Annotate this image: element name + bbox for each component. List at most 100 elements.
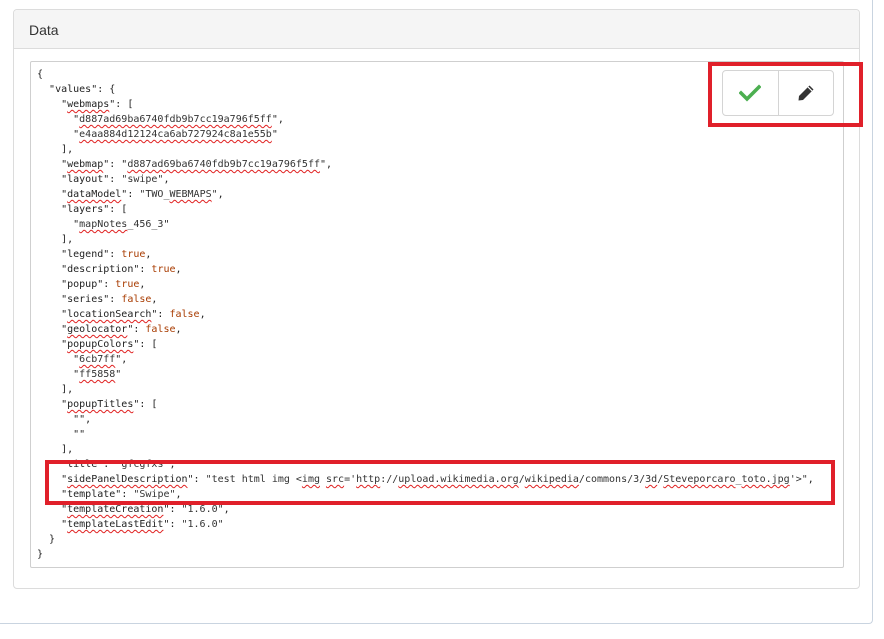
code-token: : [139,264,152,275]
code-token: "description" [61,264,140,275]
code-token: templateLastEdit [67,519,164,530]
code-token: "1.6.0" [181,519,224,530]
code-token: geolocator [67,324,128,335]
code-token: " [37,129,80,140]
code-line: "popupTitles": [ [37,397,814,412]
code-token: : [ [109,204,128,215]
code-token: " [37,189,68,200]
code-line: "layout": "swipe", [37,172,814,187]
code-line: "popup": true, [37,277,814,292]
code-line: "geolocator": false, [37,322,814,337]
code-line: "popupColors": [ [37,337,814,352]
code-line: "mapNotes_456_3" [37,217,814,232]
code-token: ", [115,354,128,365]
code-line: "", [37,412,814,427]
code-token: : [103,459,116,470]
code-token: { [37,69,44,80]
code-token: "", [37,414,92,425]
code-token: d887ad69ba6740fdb9b7cc19a796f5ff [127,159,320,170]
code-token: ], [37,384,74,395]
code-token: "template" [61,489,122,500]
code-token: "TWO_ [139,189,170,200]
code-token: , [151,294,158,305]
code-token: e4aa884d12124ca6ab727924c8a1e55b [79,129,272,140]
code-token: : [103,279,116,290]
code-token: , [175,264,182,275]
code-line: "locationSearch": false, [37,307,814,322]
code-token: " [115,369,122,380]
code-token: true [151,264,176,275]
code-token: , [145,249,152,260]
code-token: , [175,489,182,500]
code-token: ], [37,234,74,245]
code-token: "" [37,429,86,440]
code-token: "1.6.0" [181,504,224,515]
code-token: ": [127,324,146,335]
code-token: 3d [645,474,658,485]
code-token: src [326,474,345,485]
code-line: "sidePanelDescription": "test html img <… [37,472,814,487]
code-line: } [37,532,814,547]
code-token: wikipedia [524,474,579,485]
code-token: upload.wikimedia.org [398,474,519,485]
checkmark-icon [739,84,762,102]
code-line: "values": { [37,82,814,97]
code-token: WEBMAPS [169,189,212,200]
confirm-button[interactable] [723,71,778,115]
code-token: http [356,474,381,485]
code-token: " [37,339,68,350]
code-token: " [37,474,68,485]
code-token: , [807,474,814,485]
code-line: "layers": [ [37,202,814,217]
code-token: templateCreation [67,504,164,515]
code-token: " [37,219,80,230]
code-token: ], [37,144,74,155]
code-token: img [301,474,320,485]
code-token: "gfcgfxs" [115,459,170,470]
code-token: , [199,309,206,320]
code-token: "values" [49,84,98,95]
code-token: , [175,324,182,335]
code-token: " [37,399,68,410]
panel-heading: Data [14,10,859,49]
pencil-icon [798,85,814,101]
code-line: ], [37,232,814,247]
code-line: "template": "Swipe", [37,487,814,502]
code-token: " [37,99,68,110]
code-token: , [217,189,224,200]
code-token: " [37,309,68,320]
code-line: "title": "gfcgfxs", [37,457,814,472]
code-token: ": [ [133,339,158,350]
panel-title: Data [29,22,59,38]
json-editor[interactable]: { "values": { "webmaps": [ "d887ad69ba67… [30,61,844,568]
code-token: true [121,249,146,260]
code-token: , [139,279,146,290]
code-token: ": [163,519,182,530]
code-line: { [37,67,814,82]
json-code[interactable]: { "values": { "webmaps": [ "d887ad69ba67… [37,67,814,562]
code-token: : [121,489,134,500]
page-container: Data { "values": { "webmaps": [ "d887ad6… [0,0,873,624]
code-token: webmap [67,159,104,170]
code-token: webmaps [67,99,110,110]
code-token: "layout" [61,174,110,185]
code-token: } [37,534,56,545]
code-line: "e4aa884d12124ca6ab727924c8a1e55b" [37,127,814,142]
code-token: ": [187,474,206,485]
code-line: "ff5858" [37,367,814,382]
code-token: " [37,114,80,125]
code-token: " [271,129,278,140]
edit-button[interactable] [777,71,834,115]
code-token: false [121,294,152,305]
code-token: _456_3 [127,219,164,230]
code-line: "dataModel": "TWO_WEBMAPS", [37,187,814,202]
code-line: "webmaps": [ [37,97,814,112]
code-token: " [37,354,80,365]
code-token: true [115,279,140,290]
editor-toolbar [722,70,834,116]
code-token: , [163,174,170,185]
